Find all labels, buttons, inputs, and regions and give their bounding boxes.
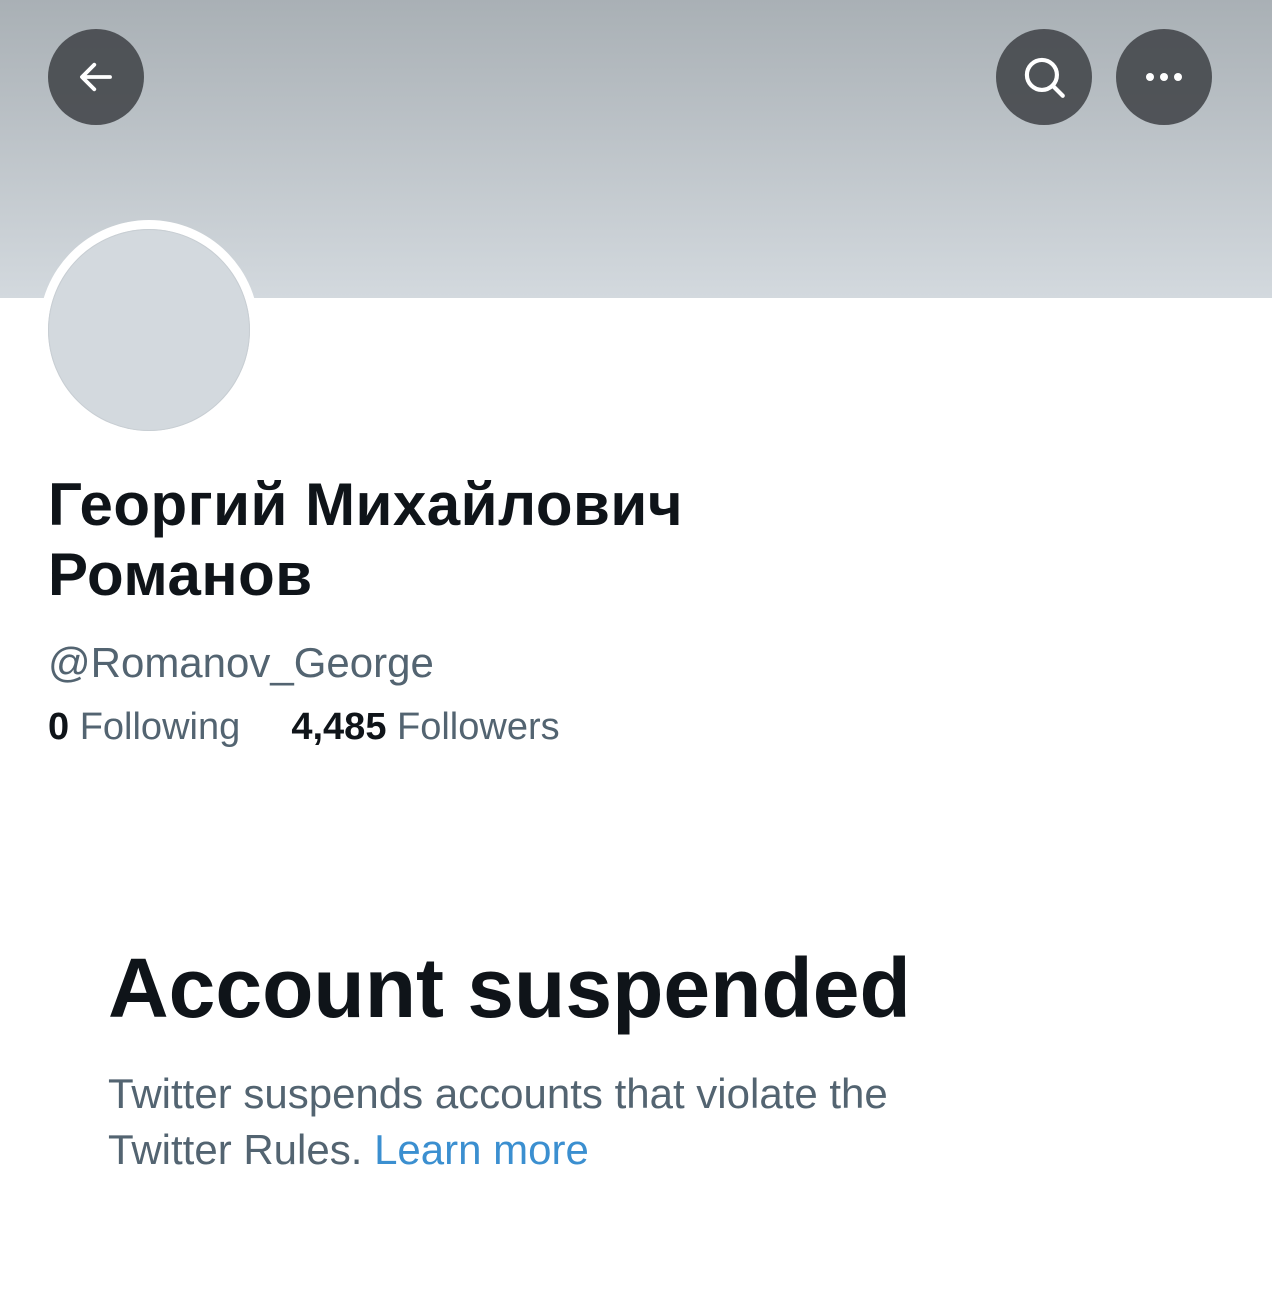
following-link[interactable]: 0 Following: [48, 706, 251, 748]
display-name: Георгий Михайлович Романов: [48, 470, 948, 610]
learn-more-link[interactable]: Learn more: [374, 1126, 589, 1173]
more-options-button[interactable]: [1116, 29, 1212, 125]
following-label: Following: [79, 706, 241, 748]
following-count: 0: [48, 706, 70, 748]
more-horizontal-icon: [1146, 73, 1182, 81]
back-button[interactable]: [48, 29, 144, 125]
followers-link[interactable]: 4,485 Followers: [281, 706, 560, 748]
display-name-line1: Георгий Михайлович: [48, 471, 684, 538]
followers-label: Followers: [397, 706, 560, 748]
suspended-title: Account suspended: [108, 941, 911, 1035]
suspended-message-line2: Twitter Rules.: [108, 1126, 363, 1173]
followers-count: 4,485: [291, 706, 387, 748]
suspended-message: Twitter suspends accounts that violate t…: [108, 1066, 1108, 1178]
search-button[interactable]: [996, 29, 1092, 125]
user-handle: @Romanov_George: [48, 639, 434, 686]
display-name-line2: Романов: [48, 541, 313, 608]
avatar[interactable]: [48, 229, 250, 431]
follow-stats: 0 Following 4,485 Followers: [48, 703, 560, 751]
search-icon: [1024, 57, 1065, 98]
arrow-left-icon: [80, 62, 112, 92]
suspended-message-line1: Twitter suspends accounts that violate t…: [108, 1070, 888, 1117]
